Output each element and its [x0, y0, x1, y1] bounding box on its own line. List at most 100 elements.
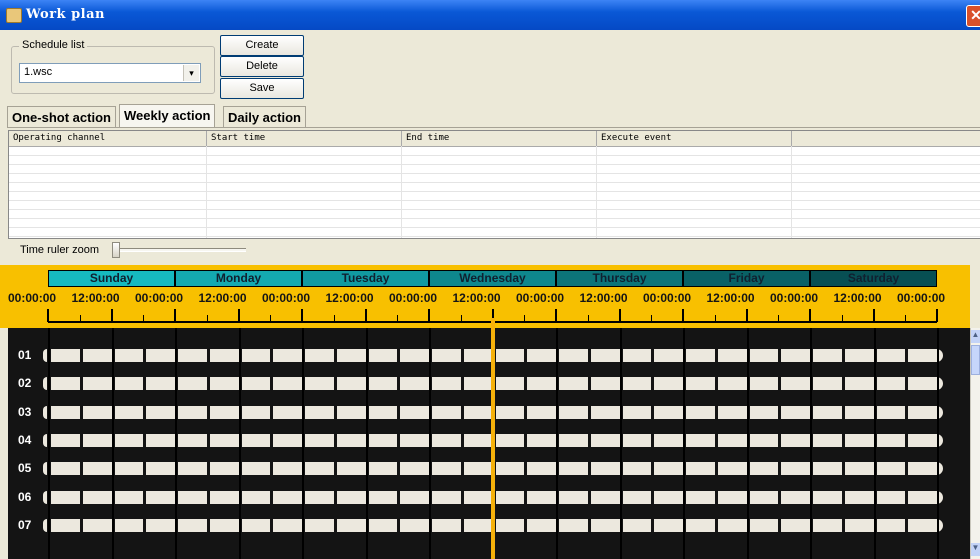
schedule-slot[interactable]	[114, 434, 144, 447]
schedule-slot[interactable]	[686, 462, 715, 475]
schedule-slot[interactable]	[51, 434, 80, 447]
schedule-slot[interactable]	[749, 377, 779, 390]
table-row[interactable]	[9, 192, 980, 201]
schedule-slot[interactable]	[844, 349, 874, 362]
table-row[interactable]	[9, 174, 980, 183]
schedule-slot[interactable]	[336, 377, 366, 390]
table-row[interactable]	[9, 147, 980, 156]
schedule-slot[interactable]	[336, 406, 366, 419]
schedule-slot[interactable]	[781, 349, 810, 362]
schedule-slot[interactable]	[209, 377, 239, 390]
schedule-slot[interactable]	[241, 462, 271, 475]
schedule-slot[interactable]	[51, 349, 80, 362]
schedule-slot[interactable]	[622, 519, 652, 532]
schedule-slot[interactable]	[559, 462, 588, 475]
schedule-slot[interactable]	[876, 462, 906, 475]
schedule-slot[interactable]	[908, 491, 937, 504]
schedule-slot[interactable]	[432, 491, 461, 504]
schedule-slot[interactable]	[559, 434, 588, 447]
schedule-slot[interactable]	[273, 462, 302, 475]
schedule-slot[interactable]	[305, 434, 334, 447]
schedule-slot[interactable]	[273, 349, 302, 362]
tab-one-shot-action[interactable]: One-shot action	[7, 106, 116, 128]
schedule-slot[interactable]	[559, 349, 588, 362]
schedule-slot[interactable]	[749, 434, 779, 447]
schedule-slot[interactable]	[908, 377, 937, 390]
schedule-slot[interactable]	[209, 349, 239, 362]
schedule-slot[interactable]	[432, 377, 461, 390]
schedule-slot[interactable]	[51, 462, 80, 475]
schedule-slot[interactable]	[146, 462, 175, 475]
schedule-slot[interactable]	[51, 519, 80, 532]
schedule-slot[interactable]	[781, 406, 810, 419]
schedule-slot[interactable]	[241, 434, 271, 447]
schedule-slot[interactable]	[305, 519, 334, 532]
channel-timeline-grid[interactable]: 01 02 03 04 05 06 07	[8, 328, 970, 559]
schedule-slot[interactable]	[400, 491, 429, 504]
schedule-slot[interactable]	[813, 349, 842, 362]
schedule-slot[interactable]	[876, 377, 906, 390]
schedule-slot[interactable]	[273, 519, 302, 532]
schedule-slot[interactable]	[590, 519, 620, 532]
schedule-slot[interactable]	[813, 519, 842, 532]
schedule-slot[interactable]	[717, 349, 747, 362]
schedule-slot[interactable]	[463, 462, 493, 475]
schedule-slot[interactable]	[527, 349, 556, 362]
tab-daily-action[interactable]: Daily action	[223, 106, 306, 128]
schedule-slot[interactable]	[178, 462, 207, 475]
schedule-slot[interactable]	[209, 406, 239, 419]
schedule-slot[interactable]	[51, 377, 80, 390]
column-header-execute-event[interactable]: Execute event	[597, 131, 792, 146]
schedule-slot[interactable]	[336, 462, 366, 475]
schedule-slot[interactable]	[241, 406, 271, 419]
schedule-slot[interactable]	[146, 377, 175, 390]
schedule-slot[interactable]	[146, 434, 175, 447]
schedule-slot[interactable]	[686, 519, 715, 532]
schedule-slot[interactable]	[241, 349, 271, 362]
schedule-slot[interactable]	[368, 349, 398, 362]
schedule-slot[interactable]	[400, 462, 429, 475]
schedule-slot[interactable]	[432, 406, 461, 419]
schedule-slot[interactable]	[749, 406, 779, 419]
schedule-slot[interactable]	[178, 519, 207, 532]
schedule-slot[interactable]	[622, 349, 652, 362]
schedule-slot[interactable]	[717, 491, 747, 504]
schedule-slot[interactable]	[114, 491, 144, 504]
schedule-slot[interactable]	[686, 434, 715, 447]
schedule-select[interactable]: 1.wsc ▾	[19, 63, 201, 83]
close-icon[interactable]: ✕	[966, 5, 980, 27]
schedule-slot[interactable]	[305, 377, 334, 390]
scroll-up-icon[interactable]: ▲	[971, 330, 980, 343]
schedule-slot[interactable]	[749, 462, 779, 475]
schedule-slot[interactable]	[844, 519, 874, 532]
schedule-slot[interactable]	[622, 406, 652, 419]
schedule-slot[interactable]	[305, 491, 334, 504]
schedule-slot[interactable]	[82, 462, 112, 475]
schedule-slot[interactable]	[622, 377, 652, 390]
schedule-slot[interactable]	[654, 377, 683, 390]
schedule-slot[interactable]	[527, 406, 556, 419]
schedule-slot[interactable]	[686, 406, 715, 419]
chevron-down-icon[interactable]: ▾	[183, 65, 199, 81]
schedule-slot[interactable]	[82, 377, 112, 390]
schedule-slot[interactable]	[495, 434, 525, 447]
schedule-slot[interactable]	[717, 434, 747, 447]
schedule-slot[interactable]	[749, 349, 779, 362]
schedule-slot[interactable]	[876, 406, 906, 419]
schedule-slot[interactable]	[82, 406, 112, 419]
schedule-slot[interactable]	[717, 462, 747, 475]
schedule-slot[interactable]	[844, 434, 874, 447]
schedule-slot[interactable]	[686, 377, 715, 390]
schedule-slot[interactable]	[368, 377, 398, 390]
schedule-slot[interactable]	[209, 462, 239, 475]
schedule-slot[interactable]	[654, 349, 683, 362]
schedule-slot[interactable]	[114, 462, 144, 475]
schedule-slot[interactable]	[273, 377, 302, 390]
schedule-slot[interactable]	[559, 377, 588, 390]
schedule-slot[interactable]	[590, 462, 620, 475]
schedule-slot[interactable]	[463, 434, 493, 447]
schedule-slot[interactable]	[495, 462, 525, 475]
time-cursor[interactable]	[491, 318, 495, 559]
table-row[interactable]	[9, 183, 980, 192]
schedule-slot[interactable]	[495, 491, 525, 504]
